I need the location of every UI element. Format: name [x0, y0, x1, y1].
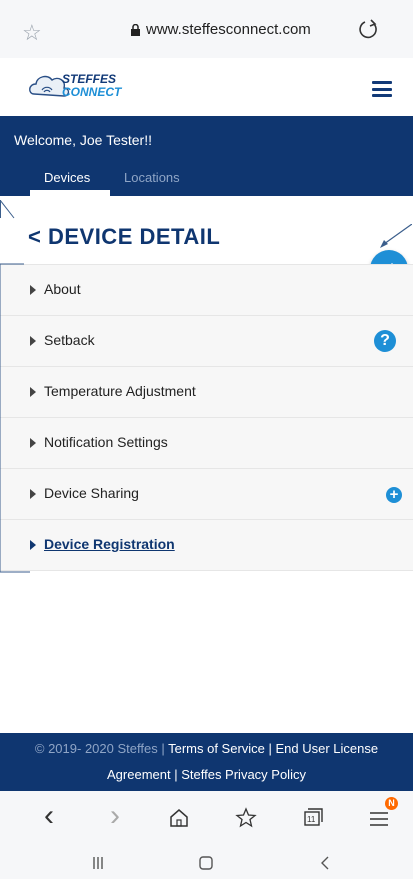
menu-icon[interactable]	[368, 809, 390, 829]
reload-icon[interactable]	[358, 18, 380, 40]
list-item-notification-settings[interactable]: Notification Settings	[0, 417, 413, 468]
forward-icon[interactable]: ›	[110, 799, 120, 833]
brand-line1: STEFFES	[62, 72, 117, 86]
list-item-label[interactable]: Device Registration	[44, 536, 175, 552]
tab-locations[interactable]: Locations	[124, 170, 180, 185]
expand-triangle-icon	[30, 489, 36, 499]
back-icon[interactable]: ‹	[44, 799, 54, 833]
bookmarks-icon[interactable]	[234, 806, 258, 830]
tab-devices[interactable]: Devices	[30, 170, 104, 191]
system-navigation-bar	[0, 847, 413, 879]
expand-triangle-icon	[30, 336, 36, 346]
brand-line2: CONNECT	[62, 85, 122, 99]
steffes-connect-logo[interactable]: STEFFES CONNECT	[28, 68, 138, 102]
favorite-star-icon[interactable]: ☆	[22, 20, 42, 46]
list-item-device-sharing[interactable]: Device Sharing	[0, 468, 413, 519]
expand-triangle-icon	[30, 540, 36, 550]
welcome-text: Welcome, Joe Tester!!	[14, 132, 152, 148]
active-tab-indicator	[30, 190, 110, 196]
list-item-device-registration[interactable]: Device Registration	[0, 519, 413, 571]
expand-triangle-icon	[30, 387, 36, 397]
system-back-icon[interactable]	[318, 855, 334, 871]
notification-badge: N	[385, 797, 398, 810]
expand-triangle-icon	[30, 285, 36, 295]
list-item-label: Device Sharing	[44, 485, 139, 501]
copyright-text: © 2019- 2020 Steffes |	[34, 741, 165, 756]
list-item-label: Notification Settings	[44, 434, 168, 450]
device-detail-title[interactable]: < DEVICE DETAIL	[28, 224, 220, 250]
url-text[interactable]: www.steffesconnect.com	[146, 21, 311, 38]
tab-count: 11	[307, 815, 316, 824]
hamburger-menu-icon[interactable]	[372, 81, 392, 97]
help-icon[interactable]: ?	[374, 330, 396, 352]
callout-bracket	[0, 200, 30, 573]
browser-toolbar: ‹ › 11	[0, 791, 413, 847]
callout-arrow	[380, 224, 412, 248]
expand-triangle-icon	[30, 438, 36, 448]
page-footer: © 2019- 2020 Steffes | Terms of Service …	[0, 733, 413, 791]
lock-icon	[131, 24, 140, 36]
recent-apps-icon[interactable]	[90, 855, 106, 871]
list-item-temperature-adjustment[interactable]: Temperature Adjustment	[0, 366, 413, 417]
list-item-label: About	[44, 281, 81, 297]
list-item-about[interactable]: About	[0, 264, 413, 315]
home-icon[interactable]	[168, 807, 190, 829]
home-button-icon[interactable]	[198, 855, 214, 871]
footer-links-line2[interactable]: Agreement | Steffes Privacy Policy	[0, 767, 413, 782]
browser-url-bar[interactable]: ☆ www.steffesconnect.com	[0, 0, 413, 58]
list-item-setback[interactable]: Setback	[0, 315, 413, 366]
list-item-label: Setback	[44, 332, 95, 348]
terms-link[interactable]: Terms of Service | End User License	[168, 741, 378, 756]
add-sharing-icon[interactable]: +	[386, 487, 402, 503]
list-item-label: Temperature Adjustment	[44, 383, 196, 399]
